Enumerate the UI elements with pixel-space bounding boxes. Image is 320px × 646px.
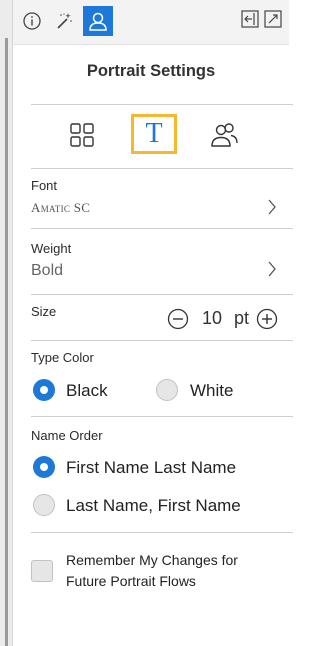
weight-label: Weight (31, 241, 72, 256)
plus-circle-icon[interactable] (256, 308, 278, 330)
divider (31, 416, 293, 417)
radio-black[interactable] (33, 379, 55, 401)
panel-title: Portrait Settings (86, 62, 216, 80)
font-value: Amatic SC (31, 200, 91, 215)
font-label: Font (31, 178, 58, 193)
size-value: 10 (202, 308, 223, 328)
expand-button[interactable] (264, 10, 282, 33)
left-scrollbar[interactable] (5, 38, 8, 646)
magic-wand-icon (57, 13, 72, 29)
collapse-panel-icon (241, 10, 259, 28)
expand-icon (264, 10, 282, 28)
tab-layout[interactable] (69, 122, 95, 148)
portrait-person-icon (89, 12, 107, 31)
grid-icon (70, 123, 94, 147)
chevron-right-icon (268, 199, 276, 215)
tab-people[interactable] (209, 122, 239, 148)
size-unit: pt (234, 308, 250, 328)
tab-text[interactable]: T (131, 114, 177, 154)
radio-first-last-label: First Name Last Name (66, 458, 237, 477)
radio-white-label: White (190, 381, 234, 400)
divider (31, 532, 293, 533)
radio-last-first-label: Last Name, First Name (66, 496, 241, 515)
divider (31, 104, 293, 105)
divider (31, 294, 293, 295)
divider (31, 168, 293, 169)
portrait-settings-panel: Portrait Settings T Font Amatic SC Weigh (13, 44, 293, 646)
info-icon (23, 12, 41, 30)
radio-first-last[interactable] (33, 456, 55, 478)
name-order-label: Name Order (31, 428, 103, 443)
remember-label: Remember My Changes for Future Portrait … (66, 552, 238, 589)
collapse-panel-button[interactable] (241, 10, 259, 33)
text-type-icon: T (145, 118, 163, 149)
type-color-label: Type Color (31, 350, 94, 365)
divider (31, 340, 293, 341)
remember-checkbox[interactable] (31, 560, 53, 582)
radio-black-label: Black (66, 381, 108, 400)
people-icon (211, 123, 238, 147)
radio-last-first[interactable] (33, 494, 55, 516)
chevron-right-icon (268, 261, 276, 277)
size-label: Size (31, 304, 57, 319)
weight-value: Bold (31, 262, 64, 279)
portrait-button[interactable] (83, 6, 113, 36)
magic-wand-button[interactable] (49, 6, 79, 36)
minus-circle-icon[interactable] (167, 308, 189, 330)
info-button[interactable] (17, 6, 47, 36)
divider (31, 228, 293, 229)
radio-white[interactable] (156, 379, 178, 401)
top-toolbar (13, 0, 289, 45)
